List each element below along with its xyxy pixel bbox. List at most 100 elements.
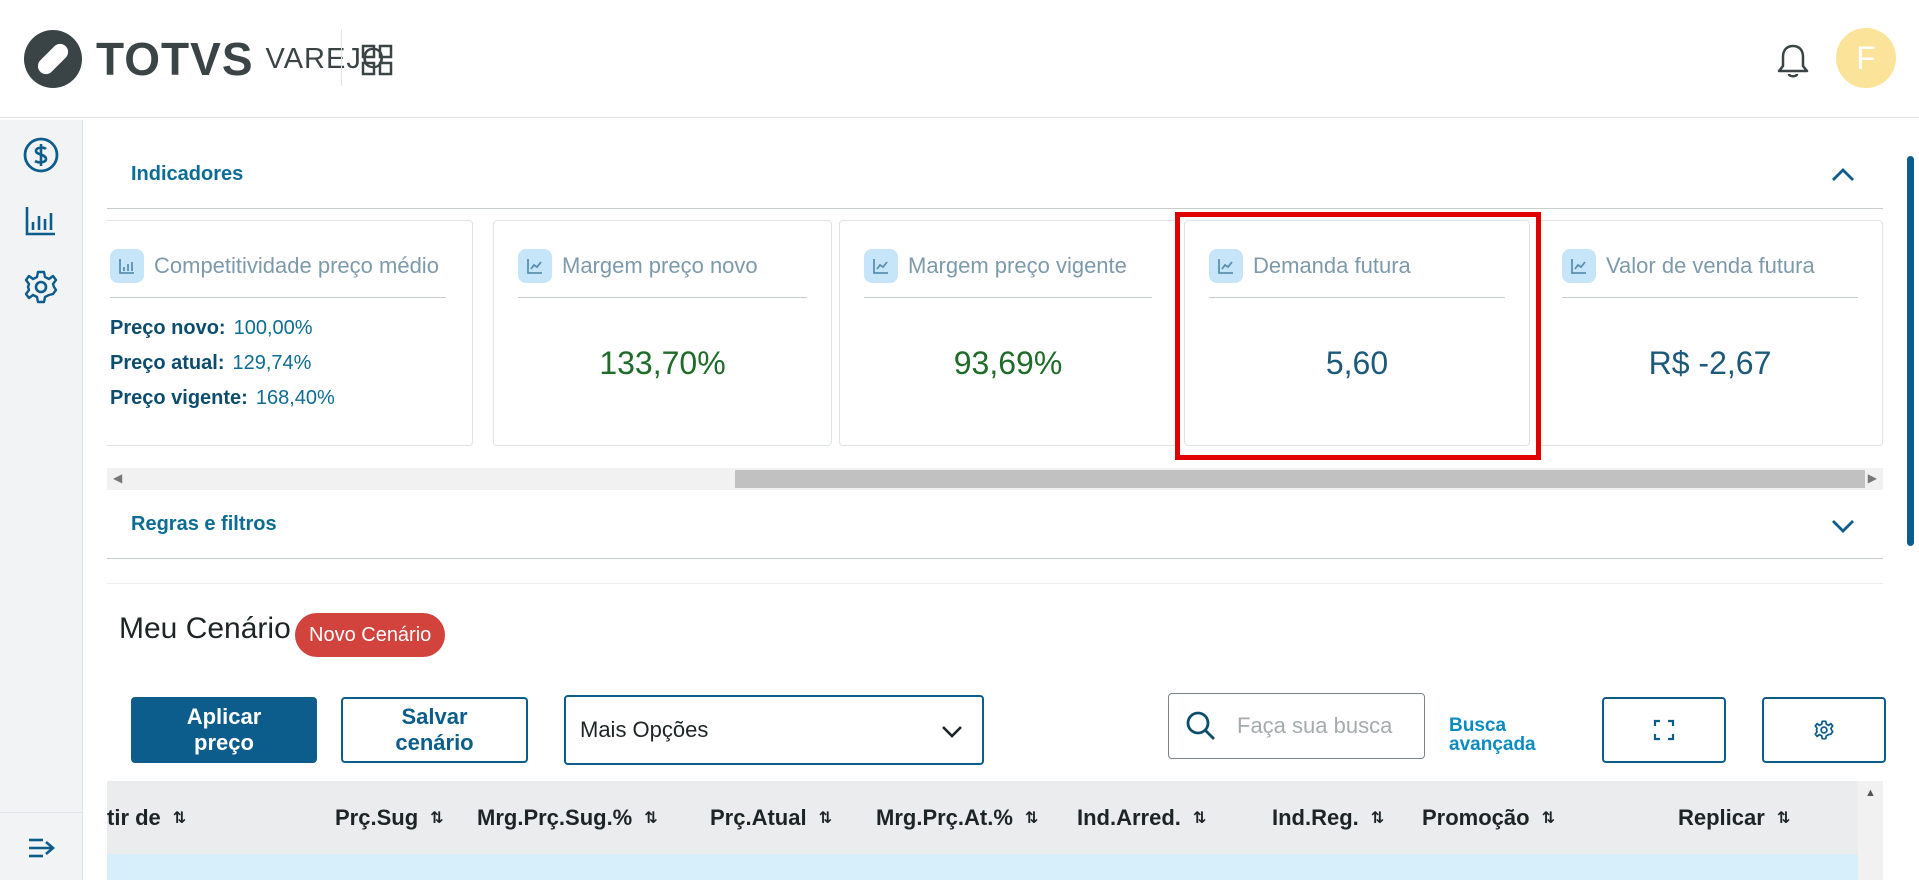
chevron-down-icon: [942, 726, 962, 738]
column-label: Replicar: [1678, 805, 1765, 830]
save-scenario-button[interactable]: Salvar cenário: [341, 697, 528, 763]
row-label: Preço vigente:: [110, 387, 248, 409]
competitividade-values: Preço novo: 100,00% Preço atual: 129,74% P…: [110, 317, 335, 422]
indicators-title[interactable]: Indicadores: [131, 163, 243, 186]
gear-icon: [1814, 720, 1834, 740]
row-preco-vigente: Preço vigente: 168,40%: [110, 387, 335, 410]
header-divider: [341, 30, 342, 86]
row-preco-novo: Preço novo: 100,00%: [110, 317, 335, 340]
card-divider: [1562, 297, 1858, 298]
save-label-line1: Salvar: [401, 704, 468, 729]
table-row[interactable]: [107, 854, 1858, 880]
sort-icon[interactable]: ⇅: [1777, 808, 1790, 828]
card-title: Valor de venda futura: [1606, 253, 1815, 278]
dollar-icon[interactable]: [22, 136, 60, 174]
indicator-cards-carousel: Competitividade preço médio Preço novo: 1…: [107, 220, 1883, 448]
bar-chart-icon: [110, 249, 144, 283]
card-value: 93,69%: [953, 345, 1063, 381]
card-margem-preco-novo: Margem preço novo 133,70%: [493, 220, 832, 446]
rules-filters-title[interactable]: Regras e filtros: [131, 513, 277, 536]
column-label: Promoção: [1422, 805, 1530, 830]
user-avatar[interactable]: F: [1836, 28, 1896, 88]
trend-chart-icon: [1562, 249, 1596, 283]
card-valor-venda-futura: Valor de venda futura R$ -2,67: [1537, 220, 1883, 446]
row-value: 100,00%: [233, 317, 313, 339]
column-label: Mrg.Prç.Sug.%: [477, 805, 633, 830]
top-bar: TOTVS VAREJO F: [0, 0, 1919, 118]
sort-icon[interactable]: ⇅: [1193, 808, 1206, 828]
search-box[interactable]: [1168, 693, 1425, 759]
more-options-select[interactable]: Mais Opções: [564, 695, 984, 765]
sort-icon[interactable]: ⇅: [819, 808, 832, 828]
table-vertical-scrollbar[interactable]: ▲: [1858, 781, 1883, 880]
card-value: R$ -2,67: [1648, 345, 1772, 381]
new-scenario-badge: Novo Cenário: [295, 613, 446, 657]
bar-chart-icon[interactable]: [22, 202, 60, 240]
sidebar-footer: [0, 812, 83, 880]
apply-price-button[interactable]: Aplicar preço: [131, 697, 317, 763]
column-header[interactable]: Ind.Arred. ⇅: [1077, 805, 1206, 831]
column-header[interactable]: Prç.Atual ⇅: [710, 805, 832, 831]
trend-chart-icon: [518, 249, 552, 283]
column-label: Prç.Sug: [335, 805, 419, 830]
table-settings-button[interactable]: [1762, 697, 1886, 763]
sidebar: [0, 120, 83, 880]
chevron-down-icon[interactable]: [1828, 511, 1858, 541]
sort-icon[interactable]: ⇅: [644, 808, 657, 828]
row-label: Preço novo:: [110, 317, 226, 339]
scroll-up-arrow-icon[interactable]: ▲: [1865, 787, 1876, 799]
card-title: Competitividade preço médio: [154, 253, 439, 278]
card-header: Margem preço vigente: [864, 249, 1127, 283]
advanced-search-link[interactable]: Busca avançada: [1449, 716, 1536, 754]
row-label: Preço atual:: [110, 352, 225, 374]
scenario-heading: Meu Cenário: [119, 612, 291, 645]
card-title: Margem preço vigente: [908, 253, 1127, 278]
table-header: tir de ⇅ Prç.Sug ⇅ Mrg.Prç.Sug.% ⇅ Prç.Atua…: [107, 781, 1858, 854]
cards-horizontal-scrollbar[interactable]: ◀ ▶: [107, 468, 1883, 490]
sort-icon[interactable]: ⇅: [1371, 808, 1384, 828]
column-label: tir de: [107, 805, 161, 830]
sort-icon[interactable]: ⇅: [1025, 808, 1038, 828]
totvs-logo-icon: [24, 30, 82, 88]
column-header[interactable]: Mrg.Prç.Sug.% ⇅: [477, 805, 658, 831]
totvs-logo[interactable]: TOTVS VAREJO: [22, 28, 385, 90]
scrollbar-thumb[interactable]: [1907, 156, 1914, 546]
column-header[interactable]: tir de ⇅: [107, 805, 186, 831]
card-header: Valor de venda futura: [1562, 249, 1815, 283]
apply-label-line2: preço: [194, 730, 254, 755]
fullscreen-button[interactable]: [1602, 697, 1726, 763]
collapse-menu-icon[interactable]: [26, 833, 56, 863]
notification-bell-icon[interactable]: [1776, 42, 1810, 80]
scrollbar-thumb[interactable]: [735, 470, 1865, 488]
search-input[interactable]: [1235, 710, 1403, 742]
column-header[interactable]: Mrg.Prç.At.% ⇅: [876, 805, 1038, 831]
column-label: Ind.Reg.: [1272, 805, 1359, 830]
page-vertical-scrollbar[interactable]: [1901, 120, 1919, 880]
column-header[interactable]: Ind.Reg. ⇅: [1272, 805, 1384, 831]
card-competitividade: Competitividade preço médio Preço novo: 1…: [107, 220, 473, 446]
sort-icon[interactable]: ⇅: [430, 808, 443, 828]
indicators-divider: [107, 208, 1883, 209]
chevron-up-icon[interactable]: [1828, 160, 1858, 190]
card-margem-preco-vigente: Margem preço vigente 93,69%: [839, 220, 1177, 446]
section-divider: [107, 583, 1883, 584]
select-value: Mais Opções: [580, 717, 709, 742]
search-icon: [1186, 711, 1215, 740]
column-header[interactable]: Replicar ⇅: [1678, 805, 1790, 831]
sort-icon[interactable]: ⇅: [173, 808, 186, 828]
card-header: Competitividade preço médio: [110, 249, 439, 283]
fullscreen-icon: [1653, 719, 1675, 741]
card-divider: [518, 297, 807, 298]
apps-grid-icon[interactable]: [361, 44, 393, 76]
card-divider: [864, 297, 1152, 298]
scroll-left-arrow-icon[interactable]: ◀: [113, 471, 122, 485]
gear-icon[interactable]: [22, 268, 60, 306]
apply-label-line1: Aplicar: [186, 704, 262, 729]
row-value: 129,74%: [232, 352, 312, 374]
column-header[interactable]: Promoção ⇅: [1422, 805, 1555, 831]
column-header[interactable]: Prç.Sug ⇅: [335, 805, 444, 831]
card-value: 133,70%: [599, 345, 726, 381]
row-value: 168,40%: [255, 387, 335, 409]
sort-icon[interactable]: ⇅: [1542, 808, 1555, 828]
scroll-right-arrow-icon[interactable]: ▶: [1868, 471, 1877, 485]
